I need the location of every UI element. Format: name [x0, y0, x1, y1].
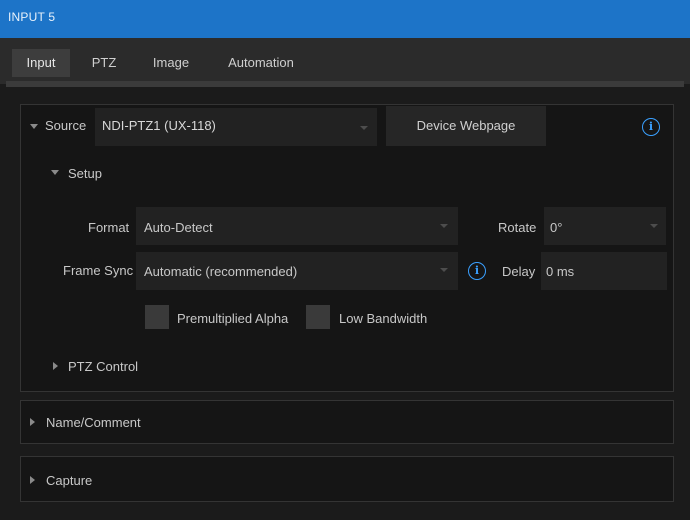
tab-automation[interactable]: Automation	[215, 49, 307, 77]
title-bar	[0, 0, 690, 38]
name-comment-label[interactable]: Name/Comment	[46, 415, 141, 430]
frame-sync-dropdown-arrow-icon	[440, 268, 448, 272]
tab-ptz[interactable]: PTZ	[82, 49, 126, 77]
capture-label[interactable]: Capture	[46, 473, 92, 488]
format-dropdown-arrow-icon	[440, 224, 448, 228]
ptz-control-label[interactable]: PTZ Control	[68, 359, 138, 374]
source-label: Source	[45, 118, 87, 133]
format-label: Format	[88, 220, 130, 235]
device-webpage-button[interactable]: Device Webpage	[386, 106, 546, 146]
capture-panel[interactable]	[20, 456, 674, 502]
source-dropdown-arrow-icon	[360, 126, 368, 130]
name-comment-expand-icon[interactable]	[30, 418, 35, 426]
tab-underline	[6, 81, 684, 87]
frame-sync-value: Automatic (recommended)	[144, 264, 298, 279]
source-collapse-icon[interactable]	[30, 124, 38, 129]
tab-image[interactable]: Image	[140, 49, 202, 77]
ptz-control-expand-icon[interactable]	[53, 362, 58, 370]
setup-label: Setup	[68, 166, 102, 181]
delay-label: Delay	[502, 264, 536, 279]
low-bandwidth-label: Low Bandwidth	[339, 311, 428, 326]
delay-value: 0 ms	[546, 264, 575, 279]
premultiplied-alpha-checkbox[interactable]	[145, 305, 169, 329]
source-value: NDI-PTZ1 (UX-118)	[102, 118, 216, 133]
setup-collapse-icon[interactable]	[51, 170, 59, 175]
rotate-dropdown-arrow-icon	[650, 224, 658, 228]
window-title: INPUT 5	[8, 10, 56, 24]
capture-expand-icon[interactable]	[30, 476, 35, 484]
premultiplied-alpha-label: Premultiplied Alpha	[177, 311, 289, 326]
frame-sync-label: Frame Sync	[63, 263, 134, 278]
tab-input[interactable]: Input	[12, 49, 70, 77]
low-bandwidth-checkbox[interactable]	[306, 305, 330, 329]
source-info-icon[interactable]: i	[642, 118, 660, 136]
source-panel	[20, 104, 674, 392]
rotate-value: 0°	[550, 220, 563, 235]
frame-sync-info-icon[interactable]: i	[468, 262, 486, 280]
rotate-label: Rotate	[498, 220, 537, 235]
format-value: Auto-Detect	[144, 220, 213, 235]
